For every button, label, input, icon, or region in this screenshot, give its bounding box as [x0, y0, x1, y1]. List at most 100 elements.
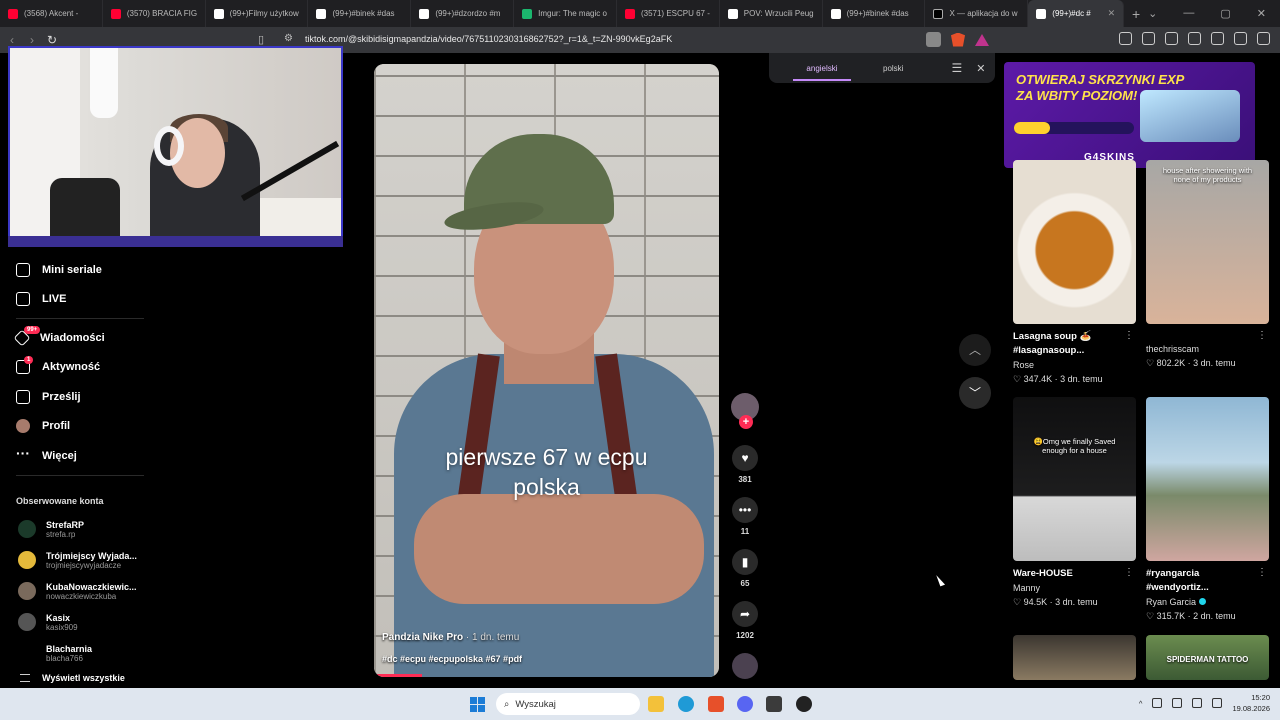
more-icon[interactable]: ⋮: [1124, 567, 1134, 578]
sound-disc[interactable]: [732, 653, 758, 679]
followed-account[interactable]: KubaNowaczkiewic... nowaczkiewiczkuba: [0, 576, 170, 607]
edge-icon[interactable]: [678, 696, 694, 712]
video-thumbnail[interactable]: 😩Omg we finally Saved enough for a house: [1013, 397, 1136, 561]
music-icon[interactable]: [1142, 32, 1155, 45]
close-icon[interactable]: ✕: [1108, 8, 1116, 19]
sublime-icon[interactable]: [766, 696, 782, 712]
ad-banner[interactable]: OTWIERAJ SKRZYNKI EXP ZA WBITY POZIOM! G…: [1004, 62, 1255, 168]
new-tab-button[interactable]: +: [1124, 6, 1148, 22]
previous-video-button[interactable]: ︿: [959, 334, 991, 366]
feed-card[interactable]: [1013, 635, 1136, 680]
browser-tab[interactable]: (99+)#binek #das: [308, 0, 412, 27]
close-icon[interactable]: ✕: [1257, 7, 1266, 20]
wallet-icon[interactable]: [1188, 32, 1201, 45]
lang-target-tab[interactable]: polski: [871, 64, 915, 73]
display-icon[interactable]: [1192, 698, 1203, 708]
save-button[interactable]: ▮: [732, 549, 758, 575]
forward-icon[interactable]: ›: [22, 33, 42, 47]
browser-tab[interactable]: (99+)Filmy użytkow: [206, 0, 309, 27]
close-icon[interactable]: ✕: [976, 62, 985, 75]
card-author[interactable]: Manny: [1013, 583, 1136, 593]
card-author[interactable]: thechrisscam: [1146, 344, 1269, 354]
chevron-down-icon[interactable]: ⌄: [1148, 7, 1157, 20]
feed-card[interactable]: #ryangarcia #wendyortiz... ⋮ Ryan Garcia…: [1146, 397, 1269, 622]
next-video-button[interactable]: ﹀: [959, 377, 991, 409]
more-icon[interactable]: ⋮: [1124, 330, 1134, 341]
video-thumbnail[interactable]: [1013, 160, 1136, 324]
browser-tab[interactable]: (3571) ESCPU 67 -: [617, 0, 720, 27]
sidebar-icon[interactable]: [1165, 32, 1178, 45]
mic-icon[interactable]: [1172, 698, 1183, 708]
clock[interactable]: 15:20 19.08.2026: [1232, 692, 1270, 714]
vpn-icon[interactable]: [1234, 32, 1247, 45]
more-icon[interactable]: ⋮: [1257, 330, 1267, 341]
extensions-icon[interactable]: [1119, 32, 1132, 45]
card-title[interactable]: #ryangarcia #wendyortiz...: [1146, 567, 1256, 595]
taskbar-search[interactable]: ⌕ Wyszukaj: [496, 693, 640, 715]
sidebar-item-upload[interactable]: Prześlij: [0, 382, 170, 412]
chevron-up-icon[interactable]: ^: [1139, 699, 1143, 708]
browser-tab[interactable]: (99+)#binek #das: [823, 0, 926, 27]
video-thumbnail[interactable]: SPIDERMAN TATTOO: [1146, 635, 1269, 680]
feed-card[interactable]: house after showering with none of my pr…: [1146, 160, 1269, 369]
url-field[interactable]: tiktok.com/@skibidisigmapandzia/video/76…: [305, 34, 672, 44]
windows-start-icon[interactable]: [470, 697, 485, 712]
sidebar-item-more[interactable]: ··· Więcej: [0, 441, 170, 471]
video-author[interactable]: Pandzia Nike Pro · 1 dn. temu: [382, 632, 519, 643]
author-avatar[interactable]: +: [731, 393, 759, 429]
followed-account[interactable]: StrefaRP strefa.rp: [0, 514, 170, 545]
volume-icon[interactable]: [1212, 698, 1223, 708]
share-button[interactable]: ➦: [732, 601, 758, 627]
obs-icon[interactable]: [796, 696, 812, 712]
sidebar-item-live[interactable]: LIVE: [0, 285, 170, 315]
maximize-icon[interactable]: ▢: [1220, 7, 1230, 20]
bookmark-icon[interactable]: ▯: [258, 33, 264, 46]
feed-card[interactable]: SPIDERMAN TATTOO: [1146, 635, 1269, 680]
browser-tab[interactable]: (99+)#dzordzo #m: [411, 0, 515, 27]
more-icon[interactable]: ⋮: [1257, 567, 1267, 578]
card-author[interactable]: Ryan Garcia: [1146, 597, 1269, 607]
sidebar-item-activity[interactable]: 1 Aktywność: [0, 353, 170, 383]
comment-button[interactable]: •••: [732, 497, 758, 523]
sidebar-item-profile[interactable]: Profil: [0, 412, 170, 442]
file-explorer-icon[interactable]: [648, 696, 664, 712]
brave-icon[interactable]: [708, 696, 724, 712]
sidebar-item-messages[interactable]: 99+ Wiadomości: [0, 323, 170, 353]
feed-card[interactable]: Lasagna soup 🍝 #lasagnasoup... ⋮ Rose ♡ …: [1013, 160, 1136, 385]
followed-account[interactable]: Trójmiejscy Wyjada... trojmiejscywyjadacz…: [0, 545, 170, 576]
leo-icon[interactable]: [1211, 32, 1224, 45]
browser-tab-active[interactable]: (99+)#dc # ✕: [1028, 0, 1125, 27]
browser-tab[interactable]: POV: Wrzucili Peug: [720, 0, 823, 27]
video-thumbnail[interactable]: [1146, 397, 1269, 561]
site-settings-icon[interactable]: ⚙: [284, 33, 293, 44]
lang-source-tab[interactable]: angielski: [793, 64, 851, 81]
browser-tab[interactable]: (3570) BRACIA FIG: [103, 0, 206, 27]
video-thumbnail[interactable]: [1013, 635, 1136, 680]
minimize-icon[interactable]: —: [1183, 7, 1194, 20]
video-player[interactable]: pierwsze 67 w ecpu polska Pandzia Nike P…: [374, 64, 719, 677]
menu-icon[interactable]: ☰: [951, 61, 962, 75]
discord-icon[interactable]: [737, 696, 753, 712]
browser-tab[interactable]: X — aplikacja do w: [925, 0, 1029, 27]
network-icon[interactable]: [1152, 698, 1163, 708]
show-all-link[interactable]: Wyświetl wszystkie: [0, 673, 170, 683]
card-title[interactable]: Ware-HOUSE: [1013, 567, 1123, 581]
video-hashtags[interactable]: #dc #ecpu #ecpupolska #67 #pdf: [382, 654, 522, 664]
sidebar-item-mini-series[interactable]: Mini seriale: [0, 255, 170, 285]
card-author[interactable]: Rose: [1013, 360, 1136, 370]
followed-account[interactable]: Kasix kasix909: [0, 607, 170, 638]
like-button[interactable]: ♥: [732, 445, 758, 471]
follow-button[interactable]: +: [739, 415, 753, 429]
followed-account[interactable]: Blacharnia blacha766: [0, 638, 170, 669]
card-title[interactable]: Lasagna soup 🍝 #lasagnasoup...: [1013, 330, 1123, 358]
video-progress-bar[interactable]: [374, 674, 422, 677]
feed-card[interactable]: 😩Omg we finally Saved enough for a house…: [1013, 397, 1136, 608]
browser-tab[interactable]: (3568) Akcent -: [0, 0, 103, 27]
brave-shield-icon[interactable]: [951, 32, 965, 47]
back-icon[interactable]: ‹: [2, 33, 22, 47]
video-thumbnail[interactable]: house after showering with none of my pr…: [1146, 160, 1269, 324]
brave-rewards-icon[interactable]: [975, 33, 989, 46]
reload-icon[interactable]: ↻: [42, 33, 62, 47]
translate-icon[interactable]: [926, 32, 941, 47]
menu-icon[interactable]: [1257, 32, 1270, 45]
